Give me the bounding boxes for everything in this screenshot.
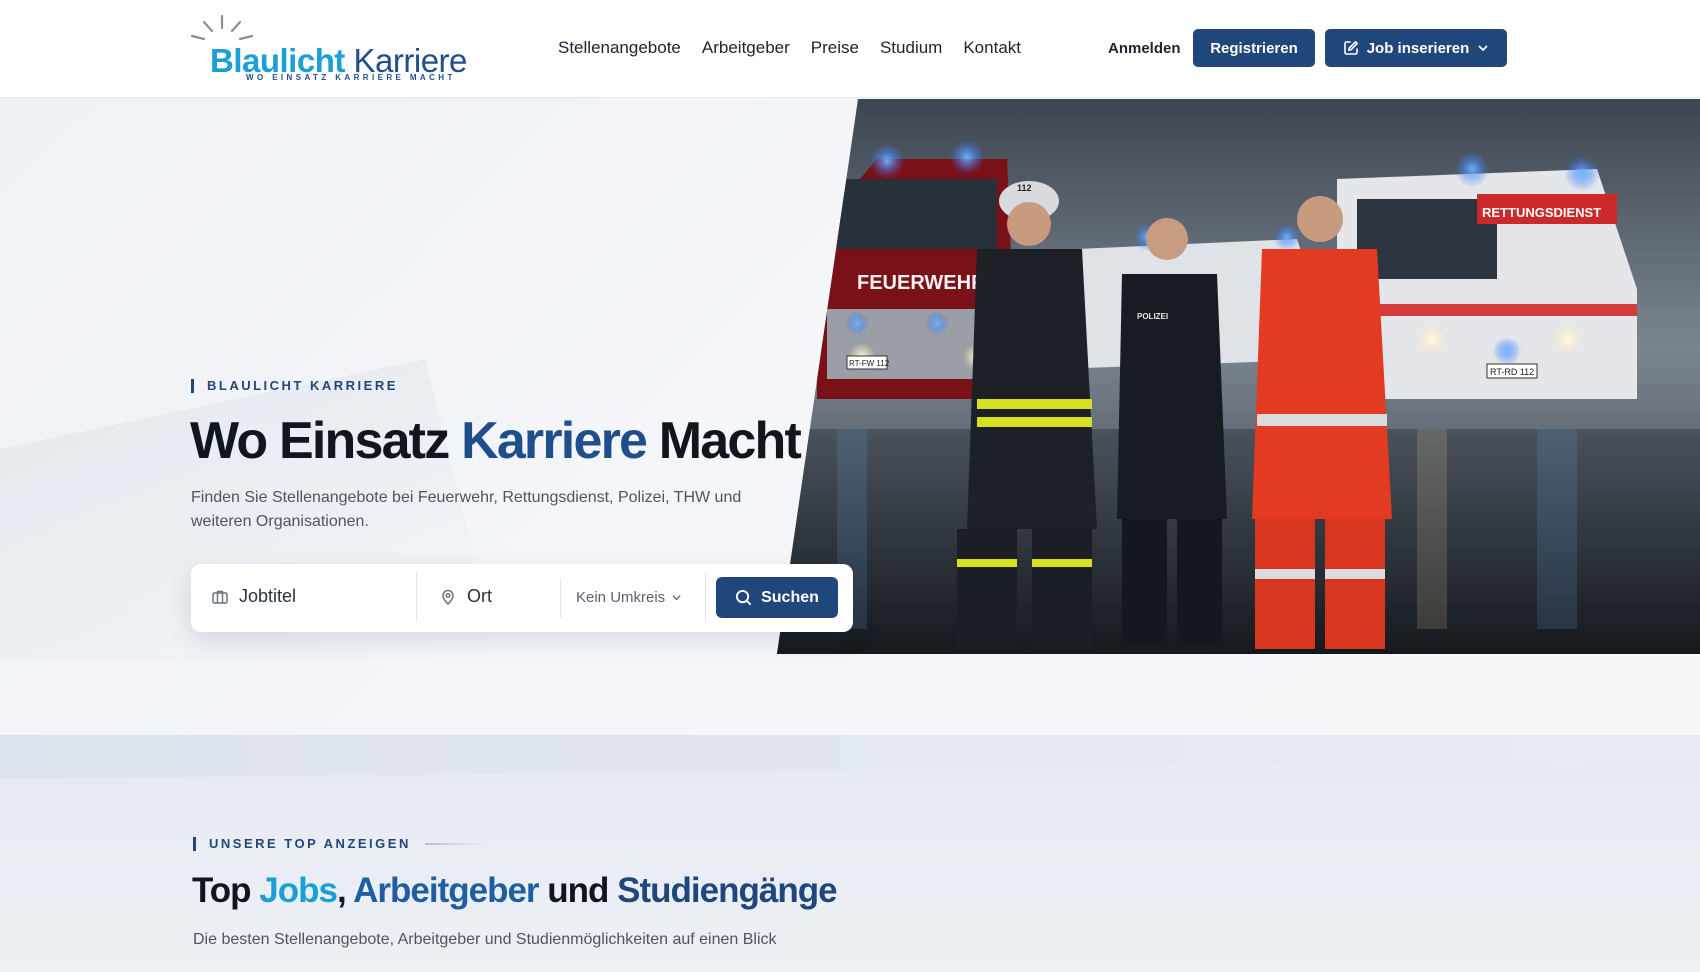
search-divider (416, 572, 417, 622)
top-listings-subtitle: Die besten Stellenangebote, Arbeitgeber … (193, 931, 777, 948)
eyebrow-decor-line (424, 843, 485, 845)
main-nav: Stellenangebote Arbeitgeber Preise Studi… (558, 38, 1021, 58)
hero-subtitle: Finden Sie Stellenangebote bei Feuerwehr… (191, 489, 742, 530)
top-listings-title: Top Jobs, Arbeitgeber und Studiengänge (192, 871, 838, 910)
ambulance-label: RETTUNGSDIENST (1482, 205, 1601, 220)
nav-item-arbeitgeber[interactable]: Arbeitgeber (702, 38, 790, 58)
login-link[interactable]: Anmelden (1108, 40, 1181, 57)
hero-image: FEUERWEHR RETTUNGSDIENST RT-RD 112 RT-FW… (777, 99, 1700, 654)
hero-title: Wo Einsatz Karriere Macht (190, 412, 802, 470)
search-button[interactable]: Suchen (716, 577, 838, 618)
nav-item-stellenangebote[interactable]: Stellenangebote (558, 38, 681, 58)
job-title-placeholder: Jobtitel (239, 586, 297, 606)
top-listings-eyebrow: UNSERE TOP ANZEIGEN (193, 837, 485, 851)
search-button-label: Suchen (761, 588, 819, 606)
post-job-button[interactable]: Job inserieren (1325, 29, 1507, 67)
nav-item-preise[interactable]: Preise (811, 38, 859, 58)
section-top-band (0, 735, 1700, 779)
site-header: Blaulicht Karriere WO EINSATZ KARRIERE M… (0, 0, 1700, 98)
nav-item-studium[interactable]: Studium (880, 38, 942, 58)
fire-truck-plate: RT-FW 112 (849, 359, 890, 368)
job-search-bar: Jobtitel Ort Kein Umkreis Suchen (191, 564, 853, 632)
job-title-input[interactable]: Jobtitel (211, 586, 296, 607)
radius-select-value: Kein Umkreis (576, 589, 666, 606)
fire-truck-label: FEUERWEHR (857, 272, 986, 294)
search-icon (736, 589, 752, 606)
location-input[interactable]: Ort (439, 586, 492, 607)
register-button-label: Registrieren (1210, 39, 1298, 57)
register-button[interactable]: Registrieren (1193, 29, 1315, 67)
post-job-button-label: Job inserieren (1366, 39, 1470, 57)
chevron-down-icon (1478, 45, 1488, 51)
hero-eyebrow: BLAULICHT KARRIERE (191, 379, 398, 393)
search-divider (705, 572, 706, 622)
brand-tagline: WO EINSATZ KARRIERE MACHT (246, 73, 456, 82)
location-placeholder: Ort (467, 586, 492, 606)
top-listings-section: UNSERE TOP ANZEIGEN Top Jobs, Arbeitgebe… (0, 735, 1700, 972)
search-divider (560, 578, 561, 618)
nav-item-kontakt[interactable]: Kontakt (963, 38, 1021, 58)
map-pin-icon (442, 589, 454, 605)
radius-select[interactable]: Kein Umkreis (576, 589, 682, 606)
briefcase-icon (212, 590, 228, 604)
chevron-down-icon (672, 595, 681, 601)
edit-note-icon (1343, 41, 1358, 55)
police-badge: POLIZEI (1137, 312, 1168, 321)
hero-section: FEUERWEHR RETTUNGSDIENST RT-RD 112 RT-FW… (0, 99, 1700, 735)
helmet-number: 112 (1017, 183, 1032, 193)
site-logo[interactable]: Blaulicht Karriere WO EINSATZ KARRIERE M… (190, 14, 467, 84)
ambulance-plate: RT-RD 112 (1490, 367, 1534, 377)
